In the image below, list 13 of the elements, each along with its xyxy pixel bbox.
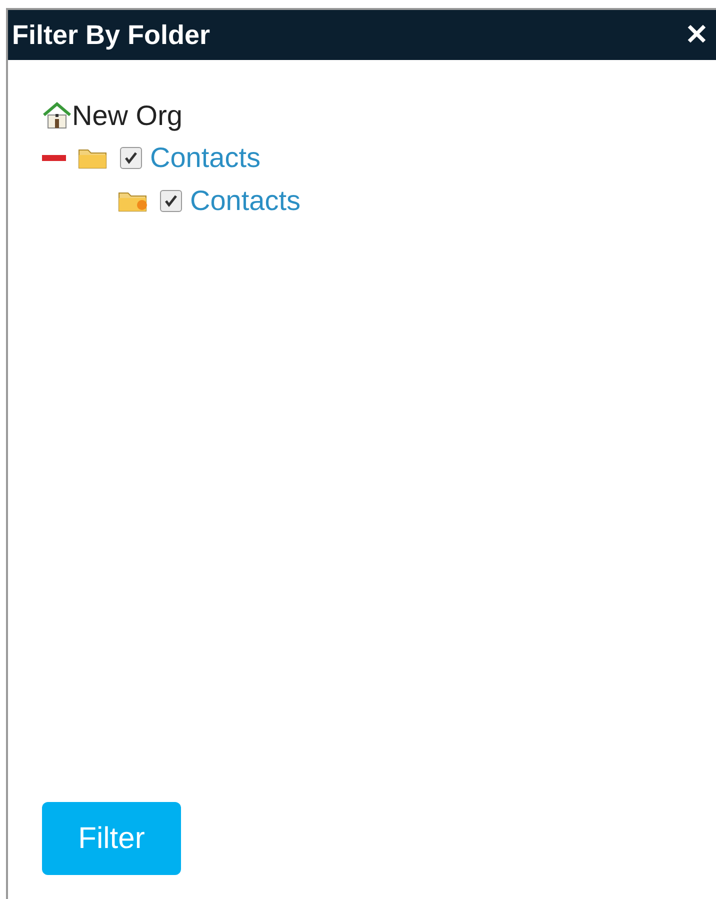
tree-root-label[interactable]: New Org <box>72 95 182 137</box>
folder-icon <box>118 190 148 212</box>
folder-icon <box>78 146 108 168</box>
checkmark-icon <box>163 192 179 208</box>
filter-button[interactable]: Filter <box>42 802 181 875</box>
folder-link[interactable]: Contacts <box>150 136 260 178</box>
checkbox[interactable] <box>120 146 142 168</box>
checkbox[interactable] <box>160 190 182 212</box>
checkmark-icon <box>123 150 139 166</box>
house-icon <box>42 102 72 130</box>
close-button[interactable]: ✕ <box>685 21 708 49</box>
window-title: Filter By Folder <box>12 18 210 52</box>
folder-link[interactable]: Contacts <box>190 180 300 222</box>
